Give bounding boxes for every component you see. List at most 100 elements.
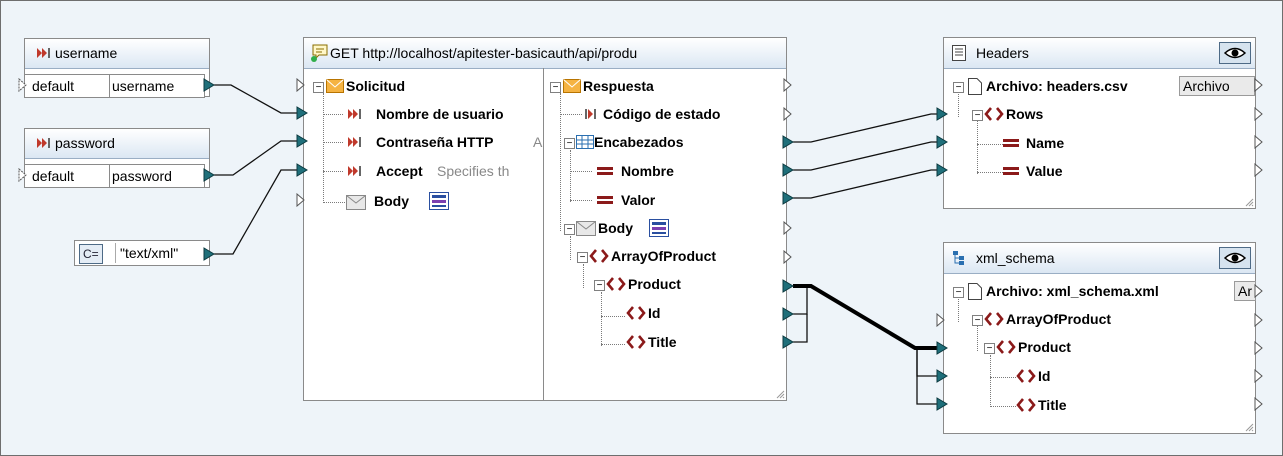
get-component-header[interactable]: GET http://localhost/apitester-basicauth… [304,38,786,69]
password-default-input-port[interactable] [18,168,28,182]
resize-grip[interactable] [775,389,785,399]
xml-schema-component-header[interactable]: xml_schema [944,243,1255,274]
mapping-canvas[interactable]: username default username password defau… [0,0,1283,456]
password-component-header[interactable]: password [25,129,209,159]
password-input-component[interactable]: password default password [24,128,210,188]
value-field-label[interactable]: Value [1026,160,1063,182]
headers-output-port[interactable] [782,135,794,149]
request-body-input-port[interactable] [296,193,306,207]
password-default-label[interactable]: default [24,164,110,188]
response-value-label[interactable]: Valor [621,189,655,211]
constant-component[interactable]: C= "text/xml" [74,240,210,266]
xml-title-input-port[interactable] [936,397,948,411]
request-user-label[interactable]: Nombre de usuario [376,103,542,125]
username-component-header[interactable]: username [25,39,209,69]
xml-id-input-port[interactable] [936,369,948,383]
body-settings-icon[interactable] [649,219,669,237]
response-headers-label[interactable]: Encabezados [594,131,683,153]
constant-output-port[interactable] [203,247,215,261]
value-input-port[interactable] [936,163,948,177]
xml-array-collapse-toggle[interactable]: − [972,315,983,326]
array-output-port[interactable] [783,250,793,264]
xml-id-output-port[interactable] [1254,369,1264,383]
headers-file-collapse-toggle[interactable]: − [953,82,964,93]
product-collapse-toggle[interactable]: − [594,280,605,291]
username-default-input-port[interactable] [18,78,28,92]
value-output-port[interactable] [782,191,794,205]
name-field-label[interactable]: Name [1026,132,1064,154]
wire-name-to-rows [793,113,939,143]
response-id-label[interactable]: Id [648,302,660,324]
xml-schema-component[interactable]: xml_schema − Archivo: xml_schema.xml Ar … [943,242,1256,434]
response-body-label[interactable]: Body [598,217,633,239]
id-output-port[interactable] [782,307,794,321]
value-output-port-right[interactable] [1254,163,1264,177]
accept-input-port[interactable] [296,163,308,177]
response-status-label[interactable]: Código de estado [603,103,720,125]
rows-output-port[interactable] [1254,107,1264,121]
status-output-port[interactable] [783,107,793,121]
request-accept-label[interactable]: Accept [376,160,423,182]
preview-eye-button[interactable] [1219,42,1251,64]
response-output-port[interactable] [783,78,793,92]
response-collapse-toggle[interactable]: − [550,82,561,93]
constant-value[interactable]: "text/xml" [115,243,178,263]
xml-array-input-port[interactable] [936,313,946,327]
response-title-label[interactable]: Title [648,331,677,353]
xml-title-output-port[interactable] [1254,397,1264,411]
rows-collapse-toggle[interactable]: − [972,110,983,121]
title-output-port[interactable] [782,335,794,349]
username-input-component[interactable]: username default username [24,38,210,98]
xml-array-label[interactable]: ArrayOfProduct [1006,308,1111,330]
rows-input-port[interactable] [936,107,948,121]
xml-file-output-port[interactable] [1254,284,1264,298]
request-password-label[interactable]: Contraseña HTTP [376,131,493,153]
preview-eye-button[interactable] [1219,247,1251,269]
array-collapse-toggle[interactable]: − [577,252,588,263]
xml-product-label[interactable]: Product [1018,336,1071,358]
username-default-label[interactable]: default [24,74,110,98]
username-output-port[interactable] [203,78,215,92]
response-array-label[interactable]: ArrayOfProduct [611,245,716,267]
headers-csv-component[interactable]: Headers − Archivo: headers.csv Archivo −… [943,37,1256,209]
get-webservice-component[interactable]: GET http://localhost/apitester-basicauth… [303,37,787,401]
xml-file-collapse-toggle[interactable]: − [953,287,964,298]
headers-component-header[interactable]: Headers [944,38,1255,69]
xml-product-collapse-toggle[interactable]: − [984,343,995,354]
response-body-collapse-toggle[interactable]: − [564,224,575,235]
response-label[interactable]: Respuesta [583,75,654,97]
product-output-port[interactable] [782,279,794,293]
request-input-port[interactable] [296,78,306,92]
xml-title-label[interactable]: Title [1038,394,1067,416]
user-input-port[interactable] [296,106,308,120]
wire-username-to-user [214,84,297,114]
password-input-port[interactable] [296,134,308,148]
body-output-port[interactable] [783,221,793,235]
name-output-port-right[interactable] [1254,135,1264,149]
username-value-label[interactable]: username [109,74,205,98]
response-name-label[interactable]: Nombre [621,160,674,182]
name-output-port[interactable] [782,163,794,177]
resize-grip[interactable] [1244,422,1254,432]
request-body-label[interactable]: Body [374,190,409,212]
password-value-label[interactable]: password [109,164,205,188]
request-response-divider [543,68,544,400]
xml-file-button[interactable]: Ar [1234,281,1256,301]
xml-product-input-port[interactable] [936,341,948,355]
xml-array-output-port[interactable] [1254,313,1264,327]
xml-product-output-port[interactable] [1254,341,1264,355]
rows-label[interactable]: Rows [1006,103,1043,125]
password-output-port[interactable] [203,168,215,182]
xml-id-label[interactable]: Id [1038,365,1050,387]
name-input-port[interactable] [936,135,948,149]
headers-file-button[interactable]: Archivo [1179,76,1255,96]
body-settings-icon[interactable] [429,192,449,210]
headers-file-output-port[interactable] [1254,78,1264,92]
headers-collapse-toggle[interactable]: − [564,138,575,149]
resize-grip[interactable] [1244,197,1254,207]
field-icon [1003,139,1019,147]
request-collapse-toggle[interactable]: − [313,82,324,93]
request-label[interactable]: Solicitud [346,75,405,97]
get-component-title: GET http://localhost/apitester-basicauth… [330,45,638,61]
response-product-label[interactable]: Product [628,273,681,295]
